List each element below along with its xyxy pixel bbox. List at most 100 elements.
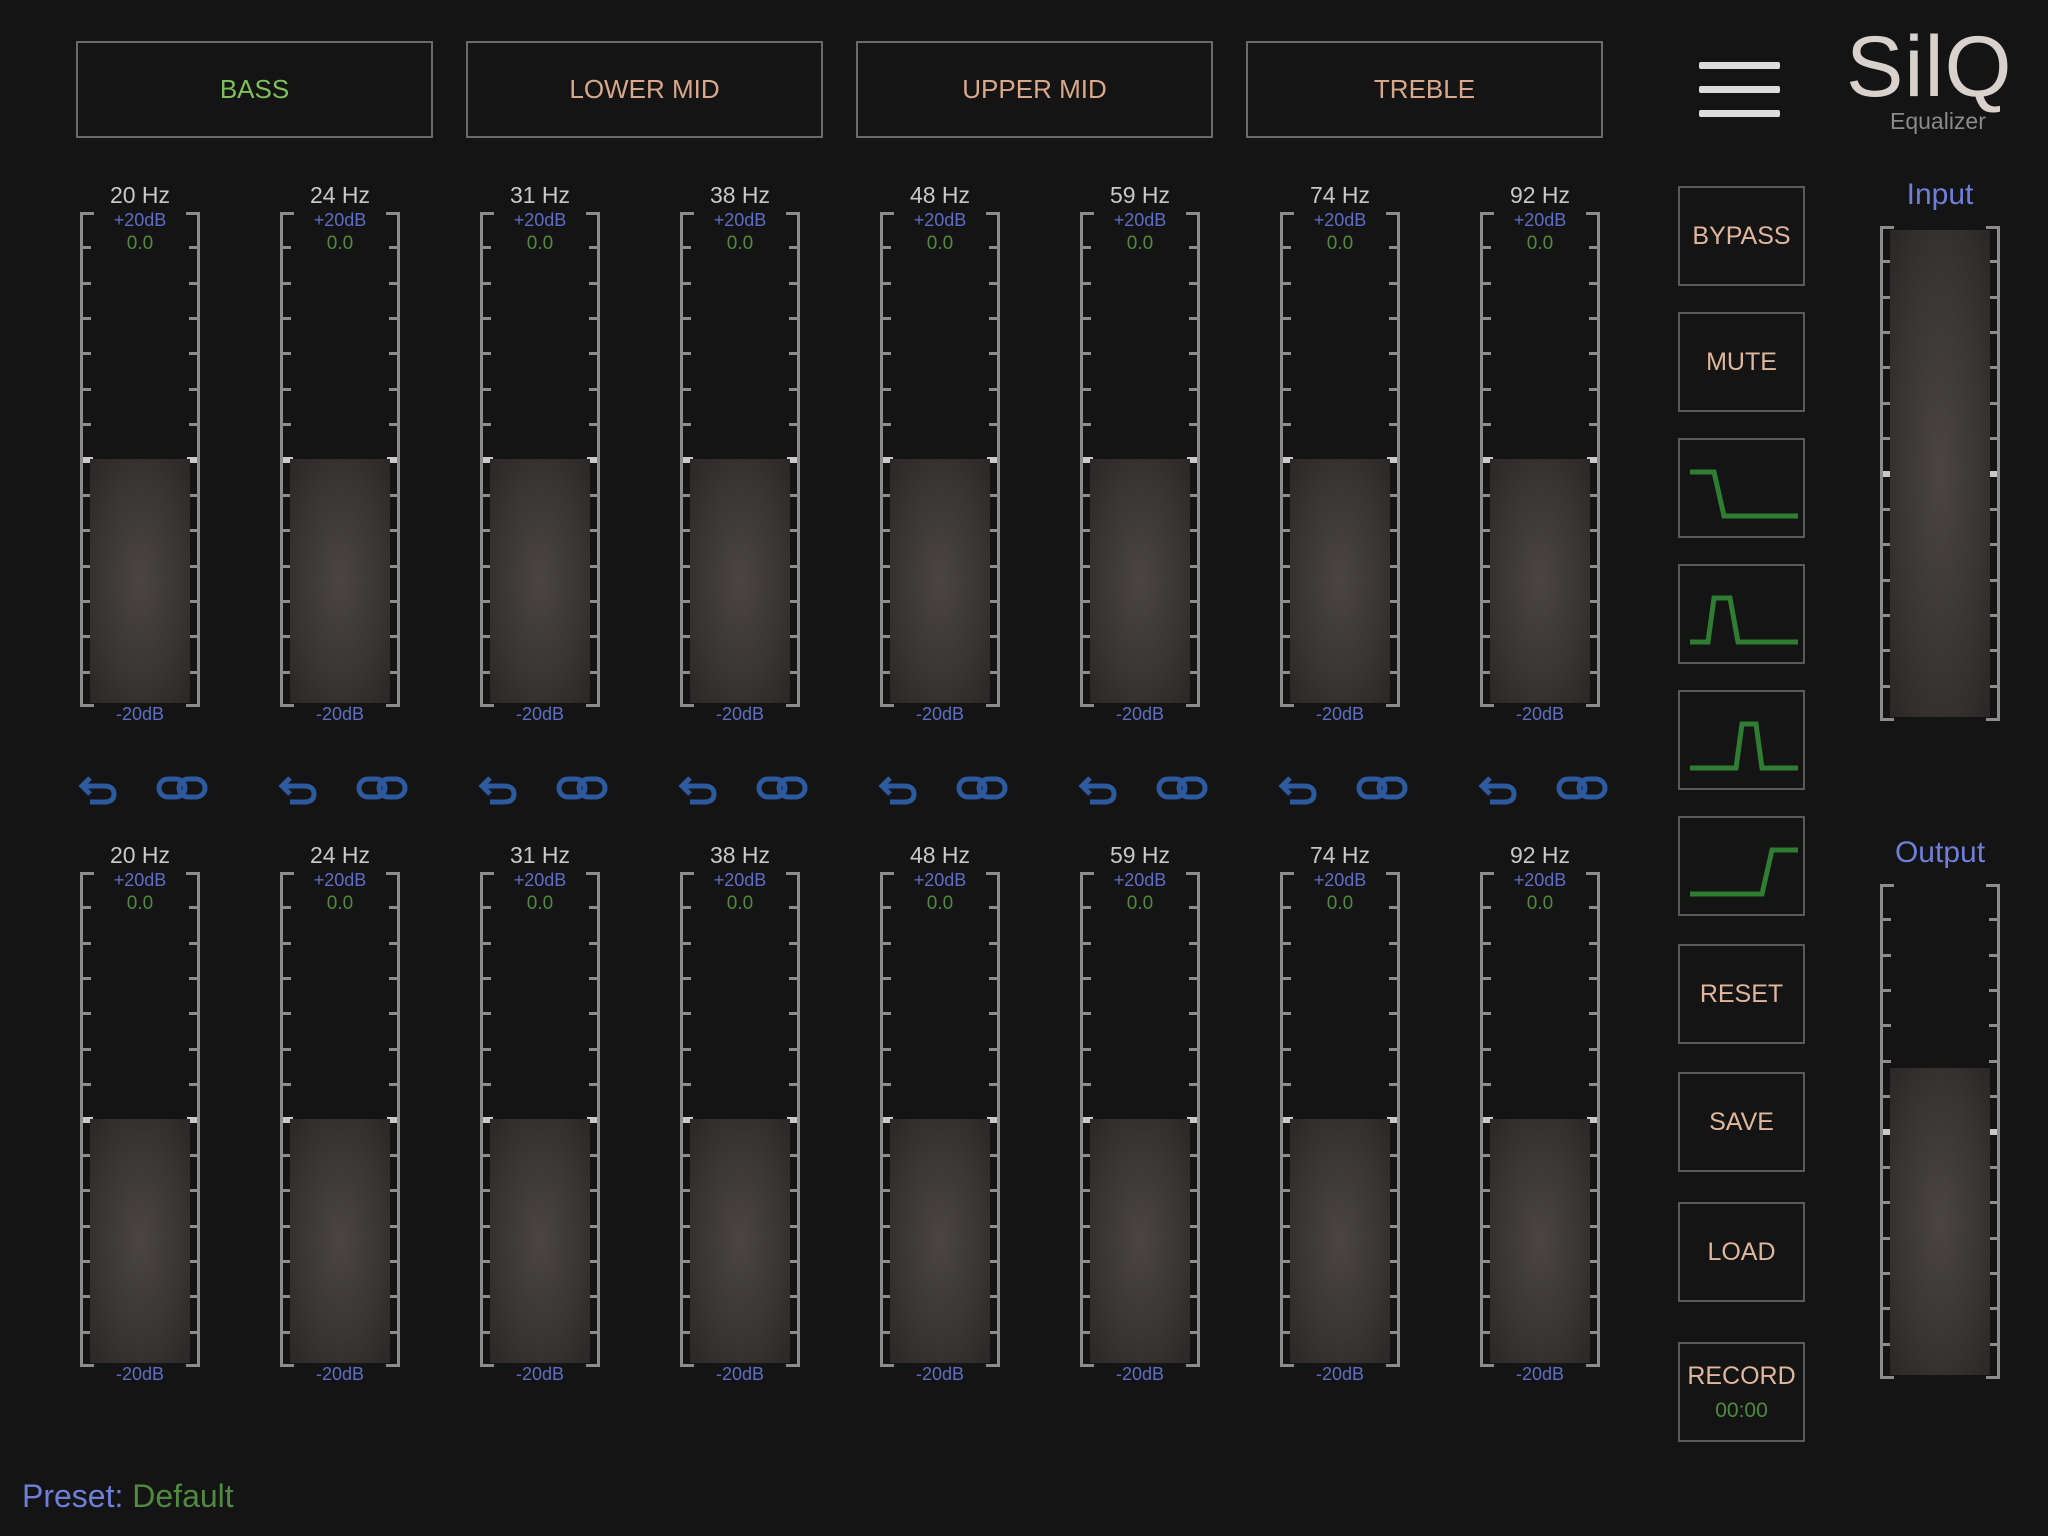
slider-tick [883,1083,891,1086]
eq-slider-74hz[interactable]: 74 Hz +20dB 0.0 -20dB [1278,842,1402,1384]
slider-track[interactable] [480,872,600,1367]
save-button[interactable]: SAVE [1678,1072,1805,1172]
slider-track[interactable] [1480,212,1600,707]
slider-track[interactable] [1080,872,1200,1367]
undo-icon[interactable] [1478,770,1518,806]
slider-tick [1989,1343,1997,1346]
menu-icon[interactable] [1699,62,1780,118]
reset-button[interactable]: RESET [1678,944,1805,1044]
link-icon[interactable] [1356,770,1408,806]
slider-track[interactable] [680,872,800,1367]
slider-track[interactable] [480,212,600,707]
slider-track[interactable] [1880,226,2000,721]
slider-tick [789,423,797,426]
link-icon[interactable] [1556,770,1608,806]
slider-frequency-label: 74 Hz [1309,842,1371,868]
slider-tick [683,977,691,980]
link-icon[interactable] [156,770,208,806]
preset-display[interactable]: Preset: Default [22,1478,234,1515]
slider-tick [989,1012,997,1015]
undo-icon[interactable] [678,770,718,806]
slider-tick [1389,282,1397,285]
wide-band-filter-button[interactable] [1678,564,1805,664]
slider-tick [1389,423,1397,426]
eq-slider-31hz[interactable]: 31 Hz +20dB 0.0 -20dB [478,842,602,1384]
eq-slider-74hz[interactable]: 74 Hz +20dB 0.0 -20dB [1278,182,1402,724]
slider-tick [389,1295,397,1298]
slider-track[interactable] [280,212,400,707]
slider-tick [1083,1012,1091,1015]
slider-tick [883,1012,891,1015]
slider-track[interactable] [680,212,800,707]
slider-cap [1880,1376,1894,1379]
slider-track[interactable] [880,212,1000,707]
slider-tick [1389,1083,1397,1086]
eq-slider-59hz[interactable]: 59 Hz +20dB 0.0 -20dB [1078,842,1202,1384]
slider-track[interactable] [880,872,1000,1367]
slider-tick [789,942,797,945]
slider-tick [1483,977,1491,980]
slider-track[interactable] [280,872,400,1367]
slider-track[interactable] [80,872,200,1367]
undo-icon[interactable] [78,770,118,806]
tab-bass[interactable]: BASS [76,41,433,138]
bypass-button[interactable]: BYPASS [1678,186,1805,286]
link-icon[interactable] [356,770,408,806]
load-button[interactable]: LOAD [1678,1202,1805,1302]
slider-rail [997,212,1000,707]
slider-actions [278,770,423,806]
slider-track[interactable] [1280,212,1400,707]
undo-icon[interactable] [1278,770,1318,806]
slider-track[interactable] [1280,872,1400,1367]
slider-fill [1090,1119,1190,1363]
slider-tick [283,1048,291,1051]
slider-tick [1989,402,1997,405]
slider-tick [589,1083,597,1086]
slider-tick [883,977,891,980]
slider-tick [483,977,491,980]
slider-tick [789,565,797,568]
tab-lower-mid[interactable]: LOWER MID [466,41,823,138]
undo-icon[interactable] [478,770,518,806]
record-button[interactable]: RECORD 00:00 [1678,1342,1805,1442]
eq-slider-38hz[interactable]: 38 Hz +20dB 0.0 -20dB [678,182,802,724]
slider-tick [683,317,691,320]
eq-slider-92hz[interactable]: 92 Hz +20dB 0.0 -20dB [1478,182,1602,724]
eq-slider-92hz[interactable]: 92 Hz +20dB 0.0 -20dB [1478,842,1602,1384]
undo-icon[interactable] [278,770,318,806]
undo-icon[interactable] [878,770,918,806]
eq-slider-24hz[interactable]: 24 Hz +20dB 0.0 -20dB [278,842,402,1384]
slider-track[interactable] [1480,872,1600,1367]
link-icon[interactable] [556,770,608,806]
slider-tick [989,282,997,285]
slider-tick [283,942,291,945]
tab-upper-mid[interactable]: UPPER MID [856,41,1213,138]
slider-value: 0.0 [126,893,154,914]
slider-tick [989,423,997,426]
eq-slider-48hz[interactable]: 48 Hz +20dB 0.0 -20dB [878,182,1002,724]
tab-treble[interactable]: TREBLE [1246,41,1603,138]
link-icon[interactable] [956,770,1008,806]
slider-track[interactable] [1880,884,2000,1379]
narrow-band-filter-button[interactable] [1678,690,1805,790]
eq-slider-38hz[interactable]: 38 Hz +20dB 0.0 -20dB [678,842,802,1384]
slider-tick [1189,1048,1197,1051]
link-icon[interactable] [756,770,808,806]
slider-tick [883,352,891,355]
slider-track[interactable] [1080,212,1200,707]
slider-track[interactable] [80,212,200,707]
undo-icon[interactable] [1078,770,1118,806]
eq-slider-59hz[interactable]: 59 Hz +20dB 0.0 -20dB [1078,182,1202,724]
link-icon[interactable] [1156,770,1208,806]
eq-slider-20hz[interactable]: 20 Hz +20dB 0.0 -20dB [78,182,202,724]
mute-button[interactable]: MUTE [1678,312,1805,412]
high-pass-filter-button[interactable] [1678,816,1805,916]
slider-tick [283,1083,291,1086]
slider-frequency-label: 59 Hz [1109,842,1171,868]
eq-slider-48hz[interactable]: 48 Hz +20dB 0.0 -20dB [878,842,1002,1384]
eq-slider-24hz[interactable]: 24 Hz +20dB 0.0 -20dB [278,182,402,724]
slider-tick [1989,685,1997,688]
eq-slider-31hz[interactable]: 31 Hz +20dB 0.0 -20dB [478,182,602,724]
low-pass-filter-button[interactable] [1678,438,1805,538]
eq-slider-20hz[interactable]: 20 Hz +20dB 0.0 -20dB [78,842,202,1384]
